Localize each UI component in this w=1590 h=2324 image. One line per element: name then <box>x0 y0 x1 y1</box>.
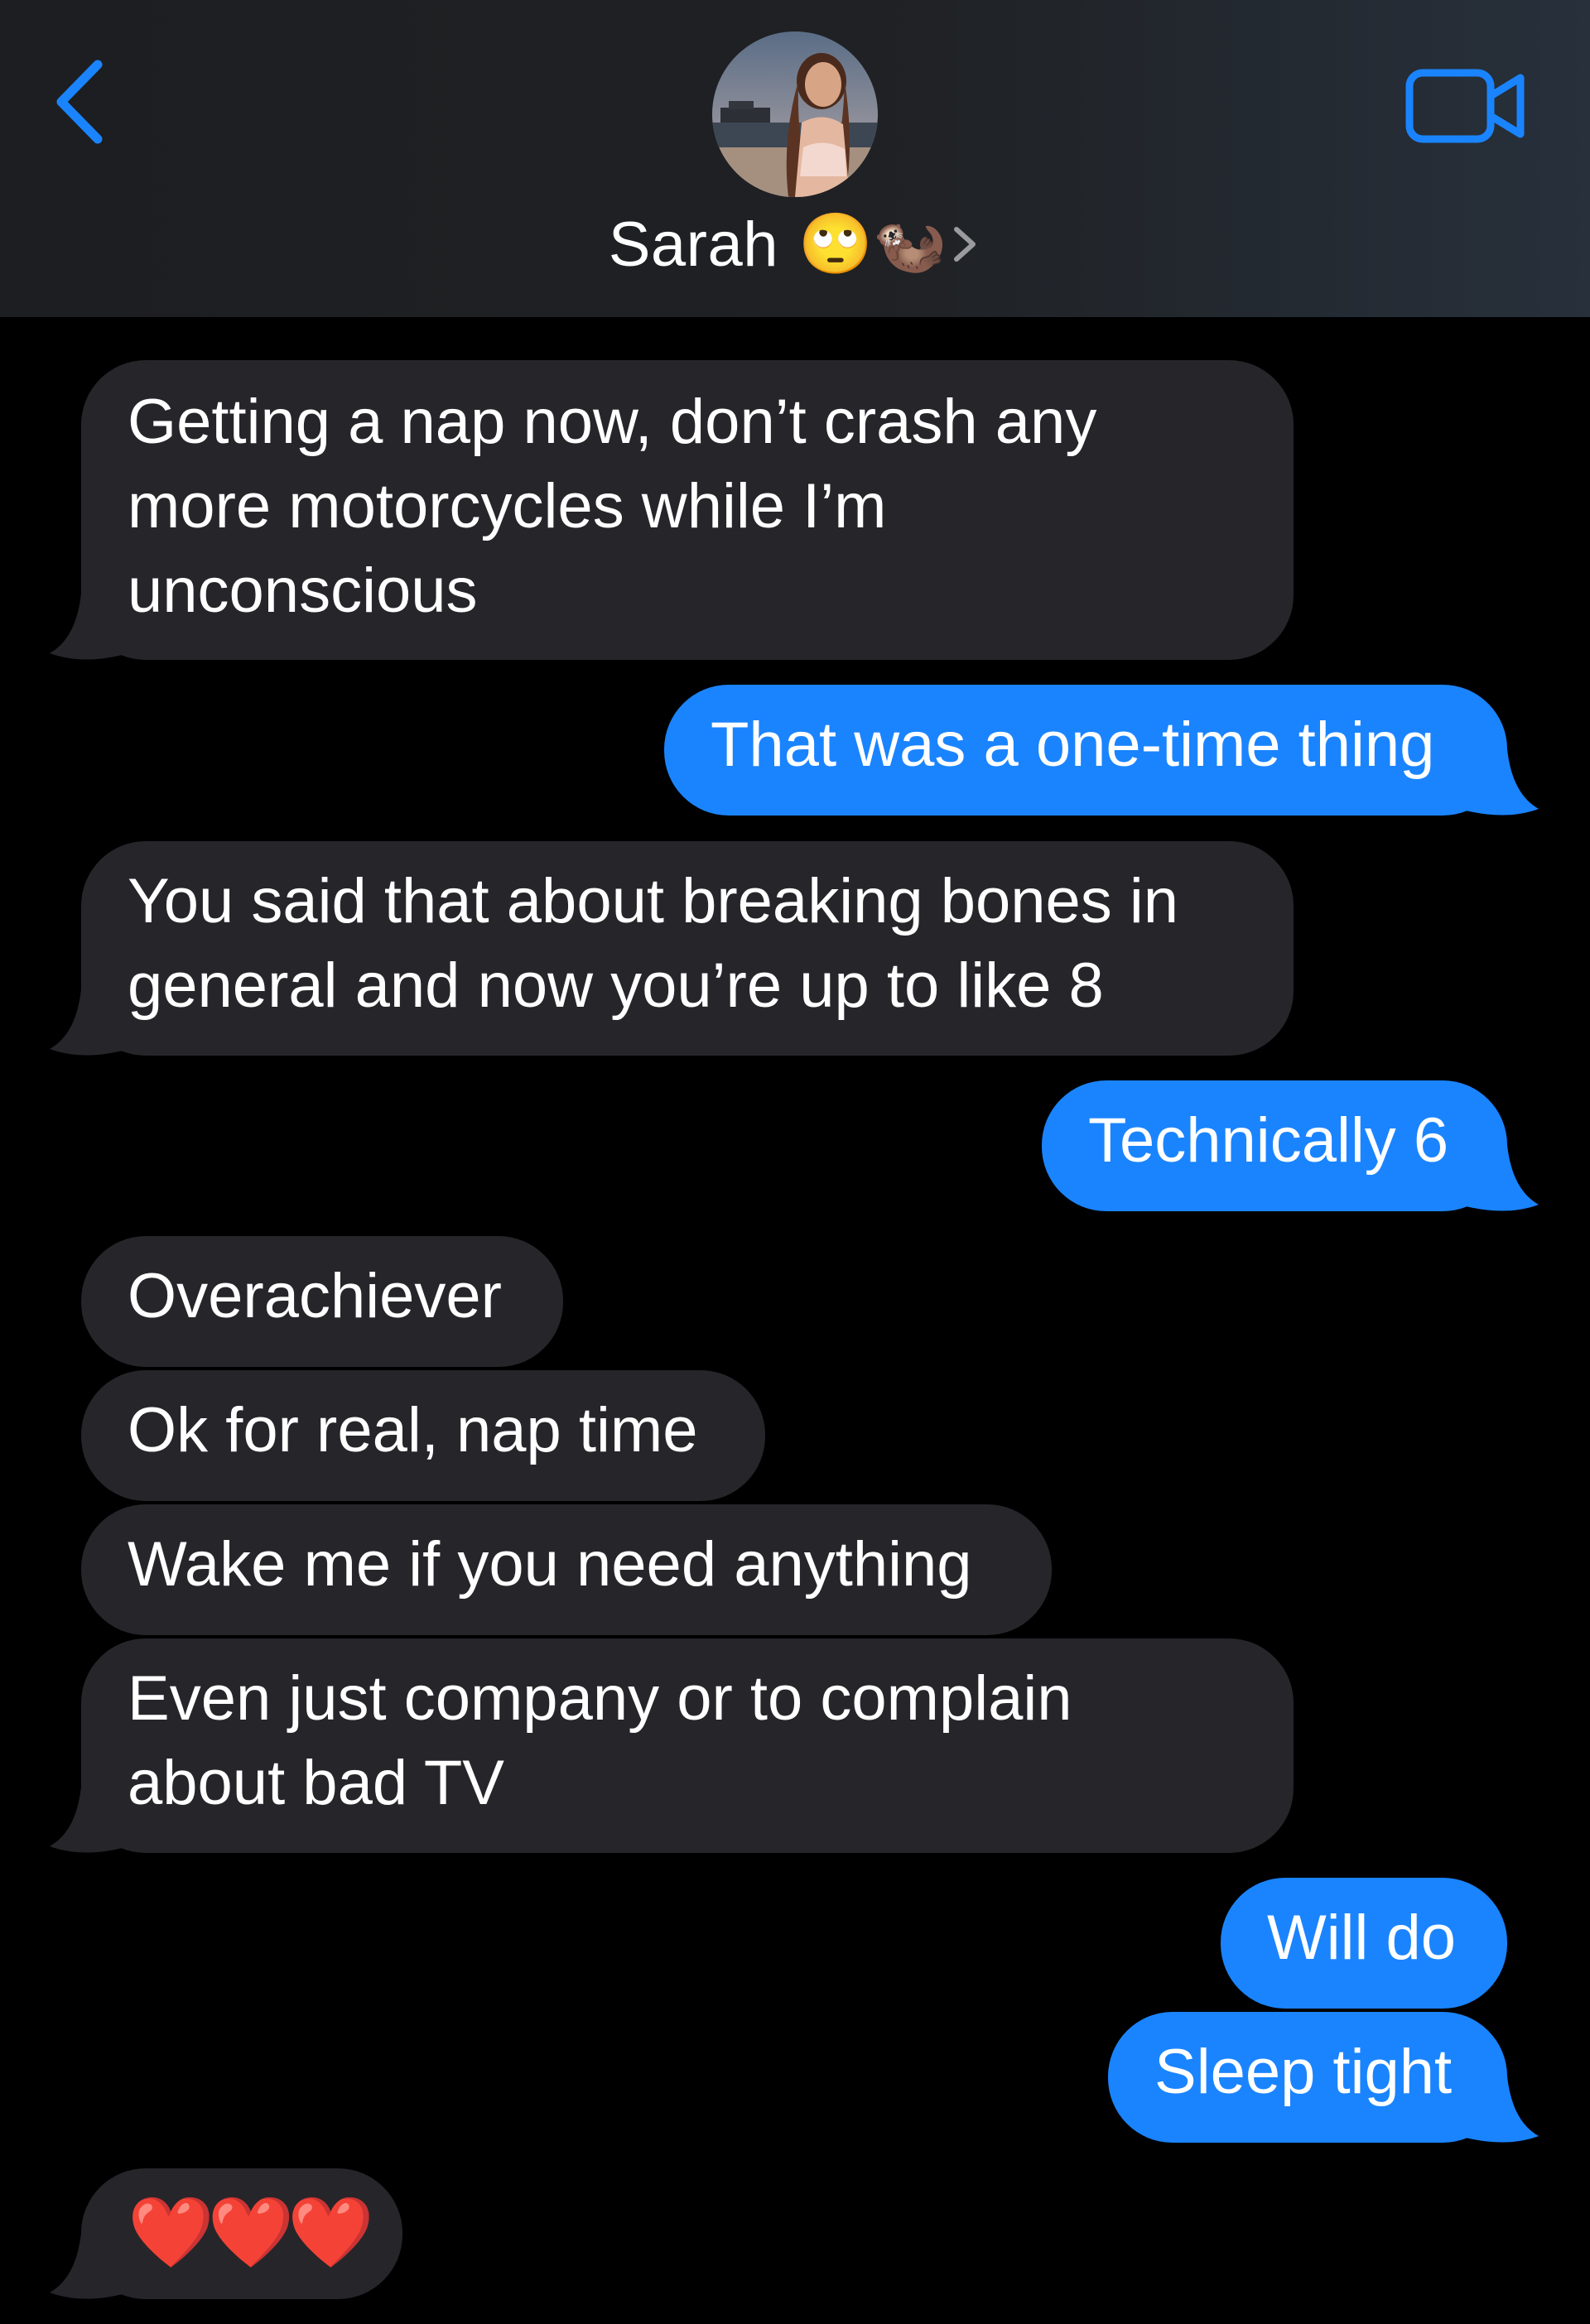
message-bubble-incoming[interactable]: You said that about breaking bones in ge… <box>81 841 1294 1056</box>
chevron-left-icon <box>56 60 103 144</box>
message-bubble-incoming[interactable]: Wake me if you need anything <box>81 1504 1052 1635</box>
message-text: That was a one-time thing <box>711 710 1435 780</box>
bubble-tail-incoming <box>50 594 123 660</box>
message-bubble-incoming[interactable]: Even just company or to complain about b… <box>81 1638 1294 1853</box>
bubble-tail-outgoing <box>1466 749 1539 816</box>
message-bubble-incoming[interactable]: Ok for real, nap time <box>81 1370 765 1501</box>
message-bubble-outgoing[interactable]: Technically 6 <box>1042 1080 1507 1211</box>
message-bubble-incoming[interactable]: Overachiever <box>81 1236 563 1367</box>
message-text-line: Getting a nap now, don’t crash any <box>128 387 1097 457</box>
message-text: ❤️❤️❤️ <box>128 2193 374 2271</box>
message-text: Overachiever <box>128 1261 502 1331</box>
message-text-line: unconscious <box>128 556 478 626</box>
contact-name-row[interactable]: Sarah 🙄🦦 <box>0 199 1590 290</box>
contact-name: Sarah <box>608 209 778 280</box>
message-text-line: You said that about breaking bones in <box>128 866 1179 936</box>
chevron-right-icon <box>954 227 976 262</box>
conversation-header: Sarah 🙄🦦 <box>0 0 1590 317</box>
bubble-tail-incoming <box>50 1787 123 1853</box>
video-call-button[interactable] <box>1404 65 1529 147</box>
video-camera-icon <box>1405 69 1525 143</box>
message-bubble-incoming[interactable]: ❤️❤️❤️ <box>81 2168 402 2299</box>
bubble-tail-incoming <box>50 2233 123 2299</box>
message-bubble-outgoing[interactable]: Sleep tight <box>1108 2012 1507 2143</box>
message-text-line: more motorcycles while I’m <box>128 471 887 541</box>
contact-name-emoji: 🙄🦦 <box>798 211 947 277</box>
message-bubble-incoming[interactable]: Getting a nap now, don’t crash any more … <box>81 360 1294 660</box>
message-text: Ok for real, nap time <box>128 1395 698 1465</box>
message-bubble-outgoing[interactable]: Will do <box>1221 1878 1507 2009</box>
message-text: Will do <box>1267 1903 1457 1973</box>
message-text: Wake me if you need anything <box>128 1529 972 1600</box>
back-button[interactable] <box>50 56 116 147</box>
message-text-line: Even just company or to complain <box>128 1663 1072 1734</box>
bubble-tail-incoming <box>50 989 123 1056</box>
contact-avatar[interactable] <box>712 31 878 197</box>
bubble-tail-outgoing <box>1466 1145 1539 1211</box>
message-bubble-outgoing[interactable]: That was a one-time thing <box>664 685 1507 816</box>
bubble-tail-outgoing <box>1466 2076 1539 2143</box>
message-text-line: about bad TV <box>128 1748 504 1818</box>
message-text-line: general and now you’re up to like 8 <box>128 950 1104 1021</box>
message-text: Sleep tight <box>1154 2037 1453 2107</box>
message-text: Technically 6 <box>1088 1105 1449 1176</box>
